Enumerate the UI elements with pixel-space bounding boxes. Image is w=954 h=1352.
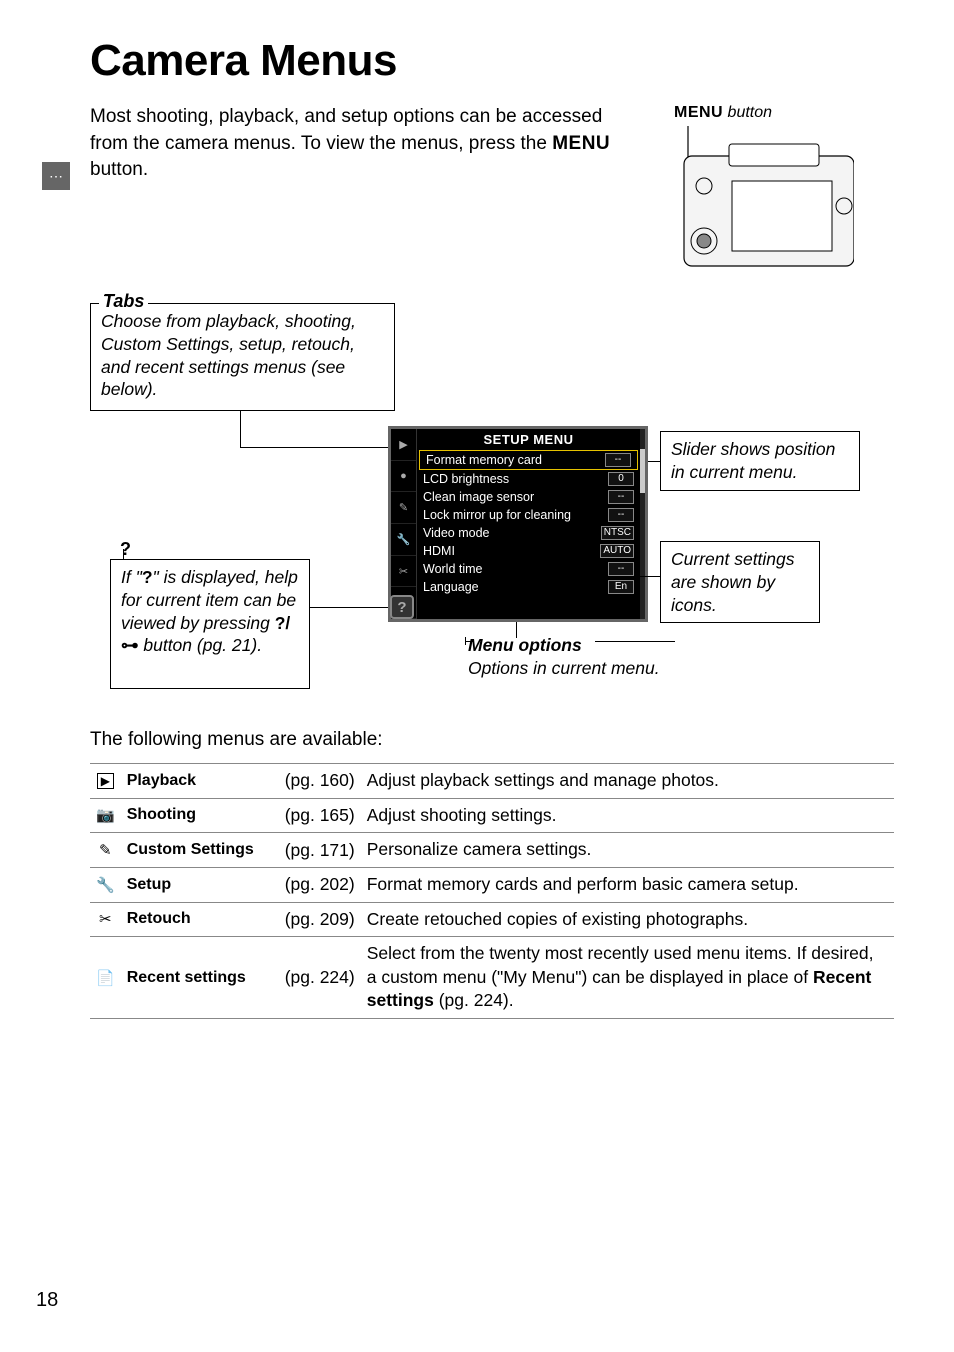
- table-row: 🔧 Setup (pg. 202) Format memory cards an…: [90, 867, 894, 902]
- menu-label-suffix: button: [723, 104, 772, 121]
- setup-icon: 🔧: [90, 867, 121, 902]
- menu-label-prefix: MENU: [674, 104, 723, 121]
- table-row: ✎ Custom Settings (pg. 171) Personalize …: [90, 833, 894, 868]
- lcd-tab-playback: ▶: [391, 429, 416, 461]
- page-number: 18: [36, 1289, 58, 1312]
- lcd-title: SETUP MENU: [417, 429, 640, 450]
- lcd-tab-custom: ✎: [391, 492, 416, 524]
- tabs-callout-body: Choose from playback, shooting, Custom S…: [101, 311, 356, 399]
- intro-text: Most shooting, playback, and setup optio…: [90, 104, 644, 281]
- lcd-screen: ▶ ● ✎ 🔧 ✂ 📄 SETUP MENU Format memory car…: [388, 426, 648, 622]
- lcd-row: Format memory card--: [419, 450, 638, 470]
- menuopts-title: Menu options: [468, 634, 728, 657]
- playback-icon: ▶: [90, 764, 121, 799]
- lcd-row: Clean image sensor--: [417, 488, 640, 506]
- menuopts-body: Options in current menu.: [468, 658, 660, 678]
- current-settings-callout: Current settings are shown by icons.: [660, 541, 820, 623]
- lcd-row: World time--: [417, 560, 640, 578]
- table-row: ✂ Retouch (pg. 209) Create retouched cop…: [90, 902, 894, 937]
- lcd-row: HDMIAUTO: [417, 542, 640, 560]
- lcd-row: Lock mirror up for cleaning--: [417, 506, 640, 524]
- lcd-tab-setup: 🔧: [391, 524, 416, 556]
- tabs-callout-title: Tabs: [99, 290, 148, 313]
- slider-callout: Slider shows position in current menu.: [660, 431, 860, 491]
- lcd-tab-retouch: ✂: [391, 556, 416, 588]
- lcd-row: Video modeNTSC: [417, 524, 640, 542]
- question-mark-icon: ?: [142, 567, 153, 587]
- tabs-callout: Tabs Choose from playback, shooting, Cus…: [90, 303, 395, 411]
- help-callout: If "?" is displayed, help for current it…: [110, 559, 310, 689]
- lcd-tab-shooting: ●: [391, 461, 416, 493]
- intro-before: Most shooting, playback, and setup optio…: [90, 106, 602, 154]
- lcd-help-icon: ?: [390, 595, 414, 619]
- custom-icon: ✎: [90, 833, 121, 868]
- side-tab-icon: ⋯: [42, 162, 70, 190]
- camera-illustration: [674, 126, 854, 276]
- menus-table: ▶ Playback (pg. 160) Adjust playback set…: [90, 763, 894, 1019]
- diagram-area: Tabs Choose from playback, shooting, Cus…: [90, 291, 894, 701]
- camera-figure: MENU button: [674, 104, 894, 281]
- table-row: 📄 Recent settings (pg. 224) Select from …: [90, 937, 894, 1019]
- page-title: Camera Menus: [90, 36, 894, 86]
- question-icon: ?: [120, 539, 131, 560]
- menu-word: MENU: [552, 133, 610, 154]
- lcd-row: LanguageEn: [417, 578, 640, 596]
- intro-after: button.: [90, 159, 148, 180]
- shooting-icon: 📷: [90, 798, 121, 833]
- table-row: 📷 Shooting (pg. 165) Adjust shooting set…: [90, 798, 894, 833]
- table-row: ▶ Playback (pg. 160) Adjust playback set…: [90, 764, 894, 799]
- below-text: The following menus are available:: [90, 729, 894, 751]
- recent-icon: 📄: [90, 937, 121, 1019]
- retouch-icon: ✂: [90, 902, 121, 937]
- lcd-row: LCD brightness0: [417, 470, 640, 488]
